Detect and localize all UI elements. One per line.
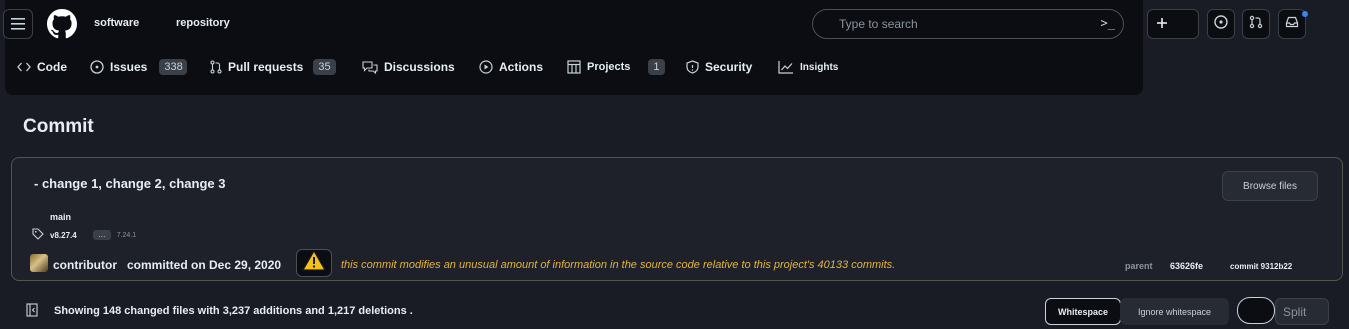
- play-icon: [479, 60, 493, 74]
- commit-sha: commit 9312b22: [1230, 262, 1293, 271]
- tag-row: v8.27.4 … 7.24.1: [32, 228, 136, 242]
- whitespace-toggle[interactable]: [1237, 297, 1275, 324]
- tab-projects-label: Projects: [587, 61, 631, 73]
- browse-files-button[interactable]: Browse files: [1222, 171, 1318, 201]
- split-view-button[interactable]: Split: [1275, 298, 1329, 325]
- parent-label: parent: [1125, 261, 1153, 271]
- inbox-icon: [1285, 15, 1299, 34]
- tab-discussions-label: Discussions: [384, 60, 455, 74]
- author-name[interactable]: contributor: [53, 258, 117, 272]
- issues-button[interactable]: [1207, 9, 1235, 39]
- tab-actions[interactable]: Actions: [479, 58, 543, 76]
- file-tree-toggle-icon[interactable]: [26, 303, 38, 322]
- issue-circle-icon: [1214, 14, 1228, 34]
- diff-summary: Showing 148 changed files with 3,237 add…: [54, 305, 413, 317]
- pull-requests-counter: 35: [313, 59, 336, 75]
- commit-message: - change 1, change 2, change 3: [34, 176, 226, 191]
- table-icon: [567, 60, 581, 74]
- whitespace-button[interactable]: Whitespace: [1045, 298, 1121, 325]
- git-pull-request-icon: [210, 60, 222, 74]
- create-new-button[interactable]: [1147, 9, 1199, 39]
- plus-icon: [1157, 15, 1167, 33]
- tab-code[interactable]: Code: [17, 58, 67, 76]
- comment-discussion-icon: [362, 60, 378, 74]
- ignore-whitespace-button[interactable]: Ignore whitespace: [1120, 298, 1229, 325]
- tab-pull-requests[interactable]: Pull requests 35: [210, 58, 336, 76]
- tab-insights-label: Insights: [800, 61, 839, 73]
- tag-icon: [32, 228, 44, 242]
- tab-actions-label: Actions: [499, 60, 544, 74]
- more-tags-button[interactable]: …: [92, 230, 111, 240]
- warning-badge: [296, 249, 332, 277]
- tab-issues[interactable]: Issues 338: [90, 58, 188, 76]
- tab-discussions[interactable]: Discussions: [362, 58, 455, 76]
- branch-name[interactable]: main: [50, 212, 71, 222]
- commit-card: - change 1, change 2, change 3 Browse fi…: [11, 157, 1343, 281]
- tab-security[interactable]: Security: [686, 58, 752, 76]
- tab-pull-requests-label: Pull requests: [228, 60, 304, 74]
- tab-issues-label: Issues: [110, 60, 148, 74]
- page-title: Commit: [23, 116, 94, 137]
- breadcrumb-owner[interactable]: software: [94, 17, 139, 29]
- parent-sha-link[interactable]: 63626fe: [1170, 261, 1203, 271]
- search-placeholder: Type to search: [839, 17, 918, 31]
- issues-counter: 338: [159, 59, 188, 75]
- tag-label-2[interactable]: 7.24.1: [117, 232, 136, 239]
- tab-security-label: Security: [705, 60, 753, 74]
- tab-projects[interactable]: Projects 1: [567, 58, 665, 76]
- code-icon: [17, 62, 31, 72]
- shield-icon: [686, 60, 699, 74]
- projects-counter: 1: [648, 59, 665, 75]
- warning-text: this commit modifies an unusual amount o…: [341, 259, 896, 271]
- tag-label[interactable]: v8.27.4: [50, 231, 77, 240]
- graph-icon: [778, 60, 794, 74]
- warning-icon: [301, 249, 327, 276]
- tab-code-label: Code: [37, 60, 67, 74]
- avatar[interactable]: [30, 254, 48, 272]
- github-logo-icon[interactable]: [47, 9, 77, 39]
- breadcrumb-repo[interactable]: repository: [176, 17, 230, 29]
- tab-insights[interactable]: Insights: [778, 58, 838, 76]
- notification-dot: [1302, 11, 1308, 17]
- pull-requests-button[interactable]: [1242, 9, 1270, 39]
- hamburger-icon[interactable]: [3, 9, 33, 39]
- issue-opened-icon: [90, 60, 104, 74]
- command-palette-icon[interactable]: >_: [1101, 16, 1115, 30]
- git-pull-request-icon: [1249, 15, 1263, 34]
- commit-date: committed on Dec 29, 2020: [127, 258, 282, 272]
- search-input[interactable]: Type to search >_: [812, 9, 1124, 39]
